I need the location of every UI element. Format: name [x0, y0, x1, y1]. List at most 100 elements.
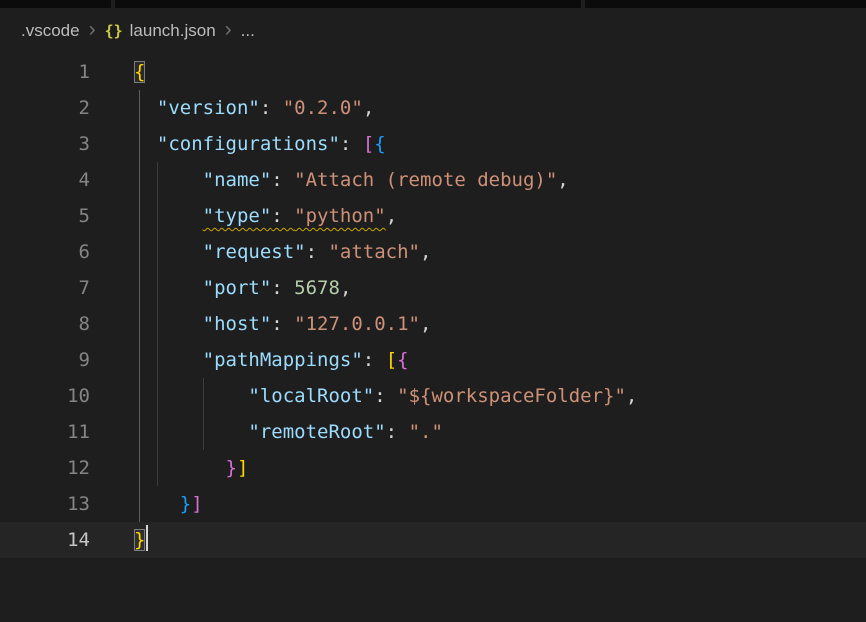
code-token: : [271, 313, 294, 335]
code-token: , [420, 241, 431, 263]
code-token: "port" [203, 277, 272, 299]
code-token: "host" [203, 313, 272, 335]
code-token: "request" [203, 241, 306, 263]
code-token [134, 313, 203, 335]
code-line[interactable]: 13 }] [0, 486, 866, 522]
code-text: "request": "attach", [90, 234, 431, 270]
line-number[interactable]: 12 [0, 450, 90, 486]
code-token: : [260, 97, 283, 119]
code-token [134, 169, 203, 191]
code-line[interactable]: 6 "request": "attach", [0, 234, 866, 270]
warning-squiggle-token: : [271, 205, 294, 227]
code-token: : [271, 277, 294, 299]
code-text: "name": "Attach (remote debug)", [90, 162, 569, 198]
vscode-editor-window: .vscode › {} launch.json › ... 1{2 "vers… [0, 0, 866, 622]
line-number[interactable]: 6 [0, 234, 90, 270]
code-text: }] [90, 450, 248, 486]
editor[interactable]: 1{2 "version": "0.2.0",3 "configurations… [0, 54, 866, 558]
breadcrumb-file[interactable]: launch.json [130, 21, 216, 41]
code-token [134, 421, 248, 443]
line-number[interactable]: 13 [0, 486, 90, 522]
code-token: , [386, 205, 397, 227]
code-line[interactable]: 12 }] [0, 450, 866, 486]
line-number[interactable]: 7 [0, 270, 90, 306]
code-line[interactable]: 9 "pathMappings": [{ [0, 342, 866, 378]
code-token: "${workspaceFolder}" [397, 385, 626, 407]
code-text: "port": 5678, [90, 270, 351, 306]
code-token: , [626, 385, 637, 407]
code-token: "0.2.0" [283, 97, 363, 119]
code-line[interactable]: 14} [0, 522, 866, 558]
code-token: : [374, 385, 397, 407]
line-number[interactable]: 3 [0, 126, 90, 162]
line-number[interactable]: 10 [0, 378, 90, 414]
code-token: { [134, 61, 145, 83]
code-token [134, 133, 157, 155]
code-text: "version": "0.2.0", [90, 90, 374, 126]
code-token: "version" [157, 97, 260, 119]
code-token: , [340, 277, 351, 299]
code-line[interactable]: 7 "port": 5678, [0, 270, 866, 306]
code-token: "pathMappings" [203, 349, 363, 371]
code-token: , [557, 169, 568, 191]
code-line[interactable]: 1{ [0, 54, 866, 90]
code-token: , [420, 313, 431, 335]
code-token: "remoteRoot" [248, 421, 385, 443]
line-number[interactable]: 2 [0, 90, 90, 126]
code-line[interactable]: 8 "host": "127.0.0.1", [0, 306, 866, 342]
code-token: , [363, 97, 374, 119]
code-token [134, 457, 226, 479]
line-number[interactable]: 4 [0, 162, 90, 198]
code-token [134, 277, 203, 299]
code-token: ] [237, 457, 248, 479]
code-token: : [271, 169, 294, 191]
code-line[interactable]: 3 "configurations": [{ [0, 126, 866, 162]
line-number[interactable]: 14 [0, 522, 90, 558]
code-text: "pathMappings": [{ [90, 342, 409, 378]
code-token: "." [409, 421, 443, 443]
code-token: : [306, 241, 329, 263]
code-token: [ [386, 349, 397, 371]
code-text: { [90, 54, 145, 90]
tab-divider [111, 0, 115, 8]
code-token: [ [363, 133, 374, 155]
breadcrumb: .vscode › {} launch.json › ... [0, 8, 866, 54]
line-number[interactable]: 1 [0, 54, 90, 90]
code-token [134, 97, 157, 119]
code-line[interactable]: 4 "name": "Attach (remote debug)", [0, 162, 866, 198]
code-token: ] [191, 493, 202, 515]
text-cursor [146, 525, 148, 551]
code-token: 5678 [294, 277, 340, 299]
chevron-right-icon: › [225, 19, 232, 40]
warning-squiggle-token: "type" [203, 205, 272, 227]
code-token [134, 349, 203, 371]
code-text: "remoteRoot": "." [90, 414, 443, 450]
code-token: "configurations" [157, 133, 340, 155]
code-line[interactable]: 2 "version": "0.2.0", [0, 90, 866, 126]
line-number[interactable]: 11 [0, 414, 90, 450]
code-token: } [226, 457, 237, 479]
code-token: "localRoot" [248, 385, 374, 407]
line-number[interactable]: 9 [0, 342, 90, 378]
line-number[interactable]: 5 [0, 198, 90, 234]
breadcrumb-symbols[interactable]: ... [241, 21, 255, 41]
code-lines: 1{2 "version": "0.2.0",3 "configurations… [0, 54, 866, 558]
code-text: }] [90, 486, 203, 522]
breadcrumb-folder[interactable]: .vscode [21, 21, 80, 41]
json-file-icon: {} [105, 22, 123, 40]
code-token: "127.0.0.1" [294, 313, 420, 335]
code-token [134, 205, 203, 227]
code-token [134, 493, 180, 515]
code-text: "host": "127.0.0.1", [90, 306, 431, 342]
code-token: "Attach (remote debug)" [294, 169, 557, 191]
code-line[interactable]: 10 "localRoot": "${workspaceFolder}", [0, 378, 866, 414]
line-number[interactable]: 8 [0, 306, 90, 342]
code-token: "attach" [328, 241, 420, 263]
code-line[interactable]: 11 "remoteRoot": "." [0, 414, 866, 450]
code-text: } [90, 522, 148, 558]
code-line[interactable]: 5 "type": "python", [0, 198, 866, 234]
code-token: : [386, 421, 409, 443]
code-text: "type": "python", [90, 198, 397, 234]
code-token: } [134, 529, 145, 551]
warning-squiggle-token: "python" [294, 205, 386, 227]
